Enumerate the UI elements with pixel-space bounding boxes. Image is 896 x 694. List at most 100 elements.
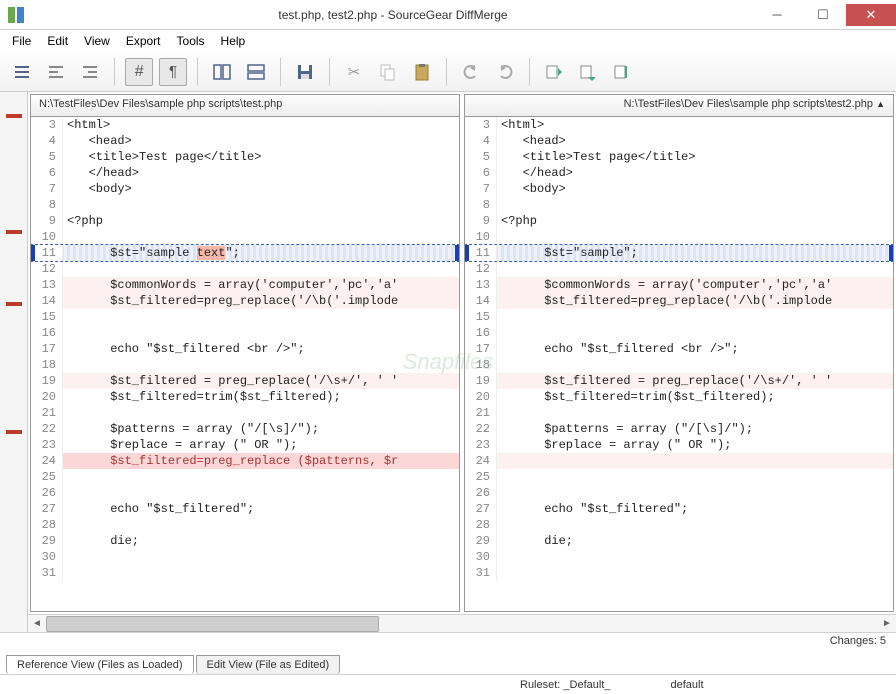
- line-number: 9: [465, 213, 497, 229]
- code-text: [63, 197, 459, 213]
- code-text: [63, 261, 459, 277]
- code-text: echo "$st_filtered <br />";: [497, 341, 893, 357]
- undo-icon[interactable]: [457, 58, 485, 86]
- code-text: [63, 549, 459, 565]
- minimize-button[interactable]: ─: [754, 4, 800, 26]
- line-number: 25: [465, 469, 497, 485]
- code-text: [497, 517, 893, 533]
- line-number: 28: [465, 517, 497, 533]
- tab-edit-view[interactable]: Edit View (File as Edited): [196, 655, 341, 674]
- code-text: $replace = array (" OR ");: [497, 437, 893, 453]
- overview-diff-mark[interactable]: [6, 302, 22, 306]
- copy-icon[interactable]: [374, 58, 402, 86]
- line-number: 11: [469, 245, 497, 261]
- align-left-icon[interactable]: [42, 58, 70, 86]
- code-text: [63, 517, 459, 533]
- code-text: <html>: [497, 117, 893, 133]
- line-number: 26: [465, 485, 497, 501]
- code-text: [497, 565, 893, 581]
- line-number: 5: [31, 149, 63, 165]
- code-text: </head>: [497, 165, 893, 181]
- code-text: [497, 357, 893, 373]
- save-icon[interactable]: [291, 58, 319, 86]
- overview-diff-mark[interactable]: [6, 430, 22, 434]
- left-code-body[interactable]: 3<html> 4 <head> 5 <title>Test page</tit…: [31, 117, 459, 611]
- cut-icon[interactable]: ✂: [340, 58, 368, 86]
- scroll-thumb[interactable]: [46, 616, 379, 632]
- menu-edit[interactable]: Edit: [39, 32, 76, 50]
- code-text: die;: [63, 533, 459, 549]
- code-text: <?php: [63, 213, 459, 229]
- line-number: 4: [465, 133, 497, 149]
- code-text: [497, 309, 893, 325]
- status-changes-bar: Changes: 5: [0, 632, 896, 652]
- redo-icon[interactable]: [491, 58, 519, 86]
- line-number: 7: [31, 181, 63, 197]
- line-number: 14: [465, 293, 497, 309]
- left-file-path: N:\TestFiles\Dev Files\sample php script…: [31, 95, 459, 117]
- code-text: $st_filtered = preg_replace('/\s+/', ' ': [497, 373, 893, 389]
- line-number: 22: [465, 421, 497, 437]
- hash-icon[interactable]: #: [125, 58, 153, 86]
- paste-icon[interactable]: [408, 58, 436, 86]
- code-text: $commonWords = array('computer','pc','a': [497, 277, 893, 293]
- menu-export[interactable]: Export: [118, 32, 169, 50]
- scroll-right-icon[interactable]: ►: [878, 616, 896, 632]
- code-text: $patterns = array ("/[\s]/");: [63, 421, 459, 437]
- overview-diff-mark[interactable]: [6, 230, 22, 234]
- pilcrow-icon[interactable]: ¶: [159, 58, 187, 86]
- horizontal-scrollbar[interactable]: ◄ ►: [28, 614, 896, 632]
- code-text: [497, 405, 893, 421]
- line-number: 24: [31, 453, 63, 469]
- line-number: 3: [465, 117, 497, 133]
- tab-reference-view[interactable]: Reference View (Files as Loaded): [6, 655, 194, 674]
- menubar: File Edit View Export Tools Help: [0, 30, 896, 52]
- overview-diff-mark[interactable]: [6, 114, 22, 118]
- toolbar-separator: [329, 58, 330, 86]
- line-number: 17: [31, 341, 63, 357]
- align-right-icon[interactable]: [76, 58, 104, 86]
- titlebar: test.php, test2.php - SourceGear DiffMer…: [0, 0, 896, 30]
- maximize-button[interactable]: ☐: [800, 4, 846, 26]
- menu-view[interactable]: View: [76, 32, 118, 50]
- code-text: <?php: [497, 213, 893, 229]
- menu-file[interactable]: File: [4, 32, 39, 50]
- line-number: 18: [465, 357, 497, 373]
- right-pane: N:\TestFiles\Dev Files\sample php script…: [464, 94, 894, 612]
- line-number: 31: [31, 565, 63, 581]
- split-horizontal-icon[interactable]: [242, 58, 270, 86]
- last-diff-icon[interactable]: [608, 58, 636, 86]
- code-text: [63, 405, 459, 421]
- line-number: 31: [465, 565, 497, 581]
- right-code-body[interactable]: 3<html> 4 <head> 5 <title>Test page</tit…: [465, 117, 893, 611]
- menu-tools[interactable]: Tools: [169, 32, 213, 50]
- code-text: <title>Test page</title>: [63, 149, 459, 165]
- line-number: 30: [31, 549, 63, 565]
- close-button[interactable]: ✕: [846, 4, 896, 26]
- scroll-left-icon[interactable]: ◄: [28, 616, 46, 632]
- first-diff-icon[interactable]: [540, 58, 568, 86]
- diff-word-highlight: text: [197, 246, 226, 260]
- split-vertical-icon[interactable]: [208, 58, 236, 86]
- next-diff-icon[interactable]: [574, 58, 602, 86]
- line-number: 15: [31, 309, 63, 325]
- code-text: $st_filtered=preg_replace('/\b('.implode: [497, 293, 893, 309]
- code-text: <body>: [63, 181, 459, 197]
- menu-help[interactable]: Help: [213, 32, 254, 50]
- code-text: [497, 485, 893, 501]
- toolbar-separator: [529, 58, 530, 86]
- line-number: 12: [31, 261, 63, 277]
- overview-ruler[interactable]: [0, 92, 28, 632]
- code-text: $patterns = array ("/[\s]/");: [497, 421, 893, 437]
- line-number: 21: [465, 405, 497, 421]
- ruleset-label: Ruleset: _Default_: [520, 679, 611, 691]
- line-number: 12: [465, 261, 497, 277]
- align-full-icon[interactable]: [8, 58, 36, 86]
- code-text: die;: [497, 533, 893, 549]
- line-number: 4: [31, 133, 63, 149]
- code-text: echo "$st_filtered";: [63, 501, 459, 517]
- toolbar-separator: [280, 58, 281, 86]
- line-number: 27: [465, 501, 497, 517]
- scroll-track[interactable]: [46, 616, 878, 632]
- line-number: 10: [31, 229, 63, 245]
